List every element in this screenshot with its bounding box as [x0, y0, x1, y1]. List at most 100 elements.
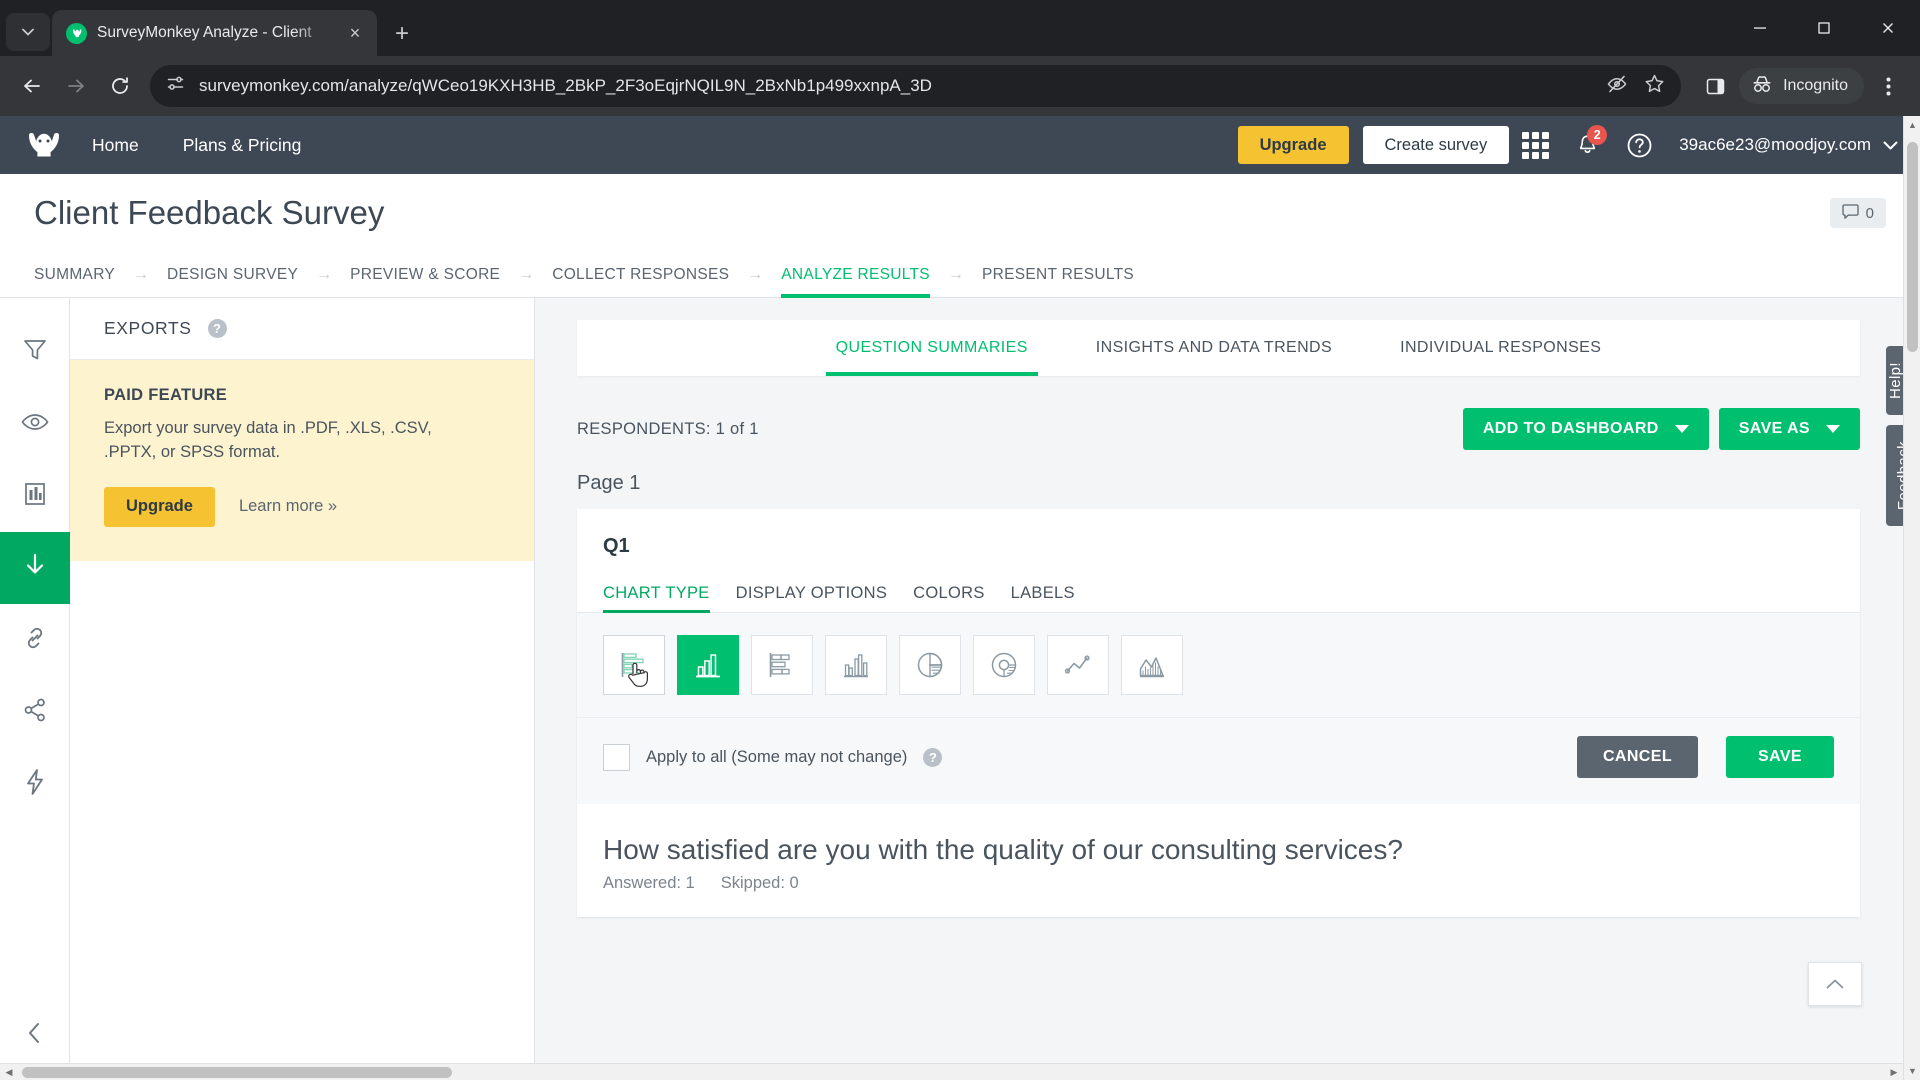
tab-labels[interactable]: LABELS [1011, 584, 1075, 612]
link-icon [22, 625, 48, 656]
sidebar-collapse-button[interactable] [0, 1012, 70, 1058]
close-window-icon[interactable] [1856, 0, 1920, 56]
eye-off-icon[interactable] [1606, 73, 1628, 100]
tab-search-icon[interactable] [6, 13, 50, 51]
crumb-analyze-results[interactable]: ANALYZE RESULTS [781, 252, 930, 298]
horizontal-scrollbar-thumb[interactable] [22, 1067, 452, 1078]
eye-icon [20, 409, 49, 440]
side-panel-icon[interactable] [1695, 66, 1735, 106]
paid-feature-card: PAID FEATURE Export your survey data in … [70, 360, 534, 561]
sidebar-item-filter[interactable] [0, 316, 70, 388]
scroll-to-top-button[interactable] [1808, 962, 1862, 1006]
exports-heading: EXPORTS [104, 318, 192, 338]
create-survey-button[interactable]: Create survey [1362, 126, 1510, 164]
apply-to-all-label: Apply to all (Some may not change) [646, 747, 908, 766]
exports-panel: EXPORTS ? PAID FEATURE Export your surve… [70, 298, 535, 1080]
new-tab-button[interactable]: + [395, 22, 409, 46]
tab-question-summaries[interactable]: QUESTION SUMMARIES [802, 320, 1062, 376]
panel-upgrade-button[interactable]: Upgrade [104, 486, 215, 527]
tab-chart-type[interactable]: CHART TYPE [603, 584, 710, 613]
respondents-count: RESPONDENTS: 1 of 1 [577, 419, 759, 438]
chart-type-horizontal-bar[interactable] [603, 635, 665, 695]
crumb-summary[interactable]: SUMMARY [34, 252, 115, 297]
analyze-body: EXPORTS ? PAID FEATURE Export your surve… [0, 298, 1920, 1080]
account-email: 39ac6e23@moodjoy.com [1679, 135, 1871, 154]
apply-to-all-help-icon[interactable]: ? [923, 747, 943, 767]
save-as-button[interactable]: SAVE AS [1718, 408, 1860, 450]
incognito-profile-button[interactable]: Incognito [1739, 68, 1864, 104]
add-to-dashboard-button[interactable]: ADD TO DASHBOARD [1462, 408, 1709, 450]
question-option-tabs: CHART TYPE DISPLAY OPTIONS COLORS LABELS [577, 558, 1860, 613]
upgrade-button[interactable]: Upgrade [1237, 126, 1349, 164]
sidebar-item-integrations[interactable] [0, 748, 70, 820]
chart-type-grouped-column[interactable] [825, 635, 887, 695]
scroll-up-arrow-icon[interactable]: ▲ [1904, 116, 1920, 134]
question-text: How satisfied are you with the quality o… [603, 834, 1403, 865]
paid-feature-description: Export your survey data in .PDF, .XLS, .… [104, 419, 432, 461]
tab-individual-responses[interactable]: INDIVIDUAL RESPONSES [1366, 320, 1635, 376]
star-icon[interactable] [1644, 73, 1665, 99]
crumb-arrow-icon: → [133, 265, 150, 283]
crumb-present-results[interactable]: PRESENT RESULTS [982, 252, 1134, 297]
download-arrow-icon [22, 552, 48, 585]
browser-tab-title: SurveyMonkey Analyze - Client [97, 24, 312, 41]
comment-count: 0 [1865, 204, 1874, 222]
skipped-count: Skipped: 0 [720, 874, 799, 892]
chevron-down-icon [1883, 135, 1898, 155]
close-tab-icon[interactable]: × [345, 24, 365, 42]
chart-type-area[interactable] [1121, 635, 1183, 695]
site-settings-icon[interactable] [166, 74, 185, 98]
sidebar-rail [0, 298, 70, 1080]
question-card: Q1 CHART TYPE DISPLAY OPTIONS COLORS LAB… [577, 509, 1860, 917]
bell-icon[interactable]: 2 [1561, 121, 1613, 169]
question-number: Q1 [603, 535, 630, 557]
chart-type-vertical-bar[interactable] [677, 635, 739, 695]
apply-to-all-checkbox[interactable] [603, 743, 630, 771]
chart-type-line[interactable] [1047, 635, 1109, 695]
nav-link-plans-pricing[interactable]: Plans & Pricing [183, 135, 302, 156]
vertical-scrollbar[interactable]: ▲ ▼ [1903, 116, 1920, 1080]
sidebar-item-share[interactable] [0, 676, 70, 748]
nav-link-home[interactable]: Home [92, 135, 139, 156]
cancel-button[interactable]: CANCEL [1576, 736, 1699, 778]
sidebar-item-share-link[interactable] [0, 604, 70, 676]
vertical-scrollbar-thumb[interactable] [1907, 142, 1918, 352]
tab-display-options[interactable]: DISPLAY OPTIONS [736, 584, 888, 612]
help-circle-icon[interactable] [1613, 121, 1665, 169]
forward-arrow-icon[interactable] [56, 66, 96, 106]
chart-type-pie[interactable] [899, 635, 961, 695]
help-side-tab-label: Help! [1886, 362, 1904, 400]
crumb-preview-score[interactable]: PREVIEW & SCORE [350, 252, 500, 297]
sidebar-item-exports[interactable] [0, 532, 70, 604]
chart-type-stacked-horizontal-bar[interactable] [751, 635, 813, 695]
scroll-left-arrow-icon[interactable]: ◀ [0, 1064, 18, 1080]
address-bar[interactable]: surveymonkey.com/analyze/qWCeo19KXH3HB_2… [150, 65, 1682, 107]
sidebar-item-compare[interactable] [0, 460, 70, 532]
maximize-icon[interactable] [1792, 0, 1856, 56]
surveymonkey-logo[interactable] [22, 128, 66, 162]
answered-count: Answered: 1 [603, 874, 695, 892]
save-button[interactable]: SAVE [1726, 736, 1834, 778]
kebab-menu-icon[interactable] [1868, 66, 1908, 106]
reload-icon[interactable] [100, 66, 140, 106]
chart-type-donut[interactable] [973, 635, 1035, 695]
app-grid-icon[interactable] [1509, 121, 1561, 169]
chart-type-picker [577, 613, 1860, 718]
tab-colors[interactable]: COLORS [913, 584, 984, 612]
comment-count-badge[interactable]: 0 [1829, 198, 1886, 228]
account-menu[interactable]: 39ac6e23@moodjoy.com [1679, 135, 1898, 155]
scroll-down-arrow-icon[interactable]: ▼ [1904, 1062, 1920, 1080]
page-label: Page 1 [577, 472, 641, 494]
question-mark-icon[interactable]: ? [207, 319, 227, 338]
back-arrow-icon[interactable] [12, 66, 52, 106]
paid-feature-title: PAID FEATURE [104, 386, 228, 404]
tab-insights-and-data-trends[interactable]: INSIGHTS AND DATA TRENDS [1062, 320, 1366, 376]
scroll-right-arrow-icon[interactable]: ▶ [1885, 1064, 1903, 1080]
learn-more-link[interactable]: Learn more » [239, 497, 337, 516]
sidebar-item-show-hide[interactable] [0, 388, 70, 460]
browser-tab[interactable]: SurveyMonkey Analyze - Client × [52, 10, 377, 56]
horizontal-scrollbar[interactable]: ◀ ▶ [0, 1063, 1903, 1080]
crumb-collect-responses[interactable]: COLLECT RESPONSES [552, 252, 729, 297]
minimize-icon[interactable] [1728, 0, 1792, 56]
crumb-design-survey[interactable]: DESIGN SURVEY [167, 252, 298, 297]
